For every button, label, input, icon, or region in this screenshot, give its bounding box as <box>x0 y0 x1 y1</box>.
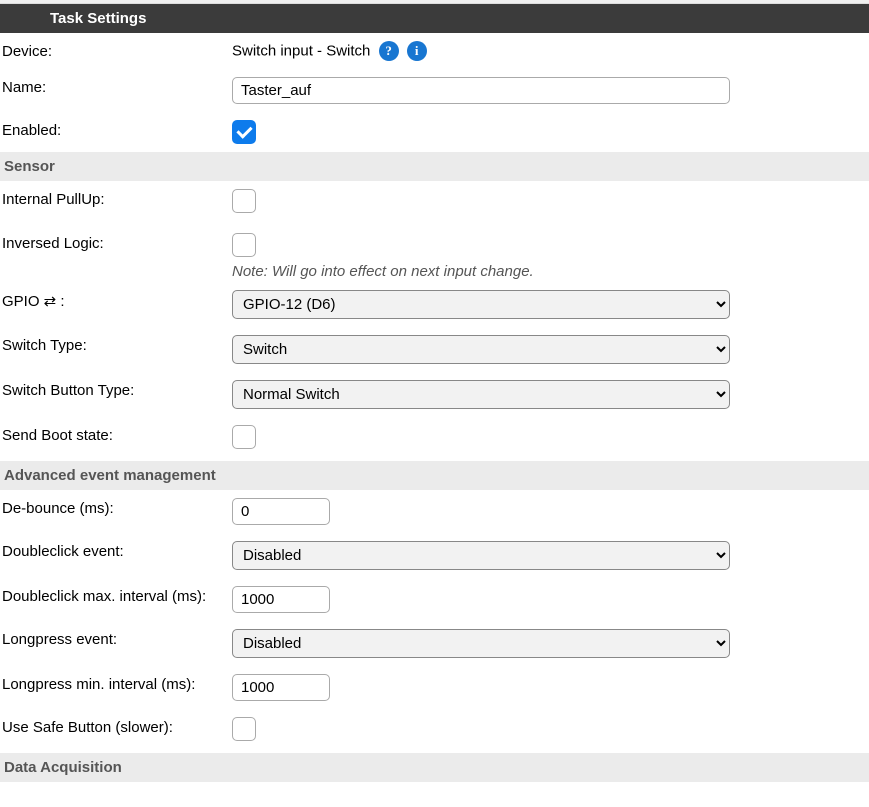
sensor-section-header: Sensor <box>0 152 869 181</box>
doubleclick-event-row: Doubleclick event: Disabled <box>0 533 869 578</box>
gpio-label: GPIO ⇄ : <box>2 290 232 310</box>
device-label: Device: <box>2 41 232 60</box>
debounce-input[interactable] <box>232 498 330 525</box>
longpress-min-input[interactable] <box>232 674 330 701</box>
longpress-event-select[interactable]: Disabled <box>232 629 730 658</box>
info-icon[interactable]: i <box>407 41 427 61</box>
name-row: Name: <box>0 69 869 112</box>
gpio-row: GPIO ⇄ : GPIO-12 (D6) <box>0 282 869 327</box>
longpress-min-label: Longpress min. interval (ms): <box>2 674 232 693</box>
debounce-label: De-bounce (ms): <box>2 498 232 517</box>
doubleclick-event-label: Doubleclick event: <box>2 541 232 560</box>
help-icon[interactable]: ? <box>379 41 399 61</box>
use-safe-row: Use Safe Button (slower): <box>0 709 869 753</box>
device-value: Switch input - Switch <box>232 43 370 60</box>
switch-type-label: Switch Type: <box>2 335 232 354</box>
name-label: Name: <box>2 77 232 96</box>
advanced-section-header: Advanced event management <box>0 461 869 490</box>
switch-type-row: Switch Type: Switch <box>0 327 869 372</box>
use-safe-checkbox[interactable] <box>232 717 256 741</box>
longpress-min-row: Longpress min. interval (ms): <box>0 666 869 709</box>
inversed-logic-row: Inversed Logic: Note: Will go into effec… <box>0 225 869 282</box>
inversed-logic-note: Note: Will go into effect on next input … <box>232 263 867 280</box>
inversed-logic-label: Inversed Logic: <box>2 233 232 252</box>
doubleclick-max-row: Doubleclick max. interval (ms): <box>0 578 869 621</box>
send-boot-label: Send Boot state: <box>2 425 232 444</box>
task-settings-header: Task Settings <box>0 4 869 33</box>
name-input[interactable] <box>232 77 730 104</box>
inversed-logic-checkbox[interactable] <box>232 233 256 257</box>
doubleclick-max-input[interactable] <box>232 586 330 613</box>
doubleclick-event-select[interactable]: Disabled <box>232 541 730 570</box>
debounce-row: De-bounce (ms): <box>0 490 869 533</box>
enabled-checkbox[interactable] <box>232 120 256 144</box>
send-boot-row: Send Boot state: <box>0 417 869 461</box>
switch-type-select[interactable]: Switch <box>232 335 730 364</box>
internal-pullup-checkbox[interactable] <box>232 189 256 213</box>
switch-button-type-row: Switch Button Type: Normal Switch <box>0 372 869 417</box>
data-acquisition-section-header: Data Acquisition <box>0 753 869 782</box>
enabled-row: Enabled: <box>0 112 869 152</box>
longpress-event-label: Longpress event: <box>2 629 232 648</box>
internal-pullup-row: Internal PullUp: <box>0 181 869 225</box>
internal-pullup-label: Internal PullUp: <box>2 189 232 208</box>
device-row: Device: Switch input - Switch ? i <box>0 33 869 69</box>
send-boot-checkbox[interactable] <box>232 425 256 449</box>
gpio-select[interactable]: GPIO-12 (D6) <box>232 290 730 319</box>
doubleclick-max-label: Doubleclick max. interval (ms): <box>2 586 232 605</box>
switch-button-type-label: Switch Button Type: <box>2 380 232 399</box>
enabled-label: Enabled: <box>2 120 232 139</box>
switch-button-type-select[interactable]: Normal Switch <box>232 380 730 409</box>
use-safe-label: Use Safe Button (slower): <box>2 717 232 736</box>
longpress-event-row: Longpress event: Disabled <box>0 621 869 666</box>
